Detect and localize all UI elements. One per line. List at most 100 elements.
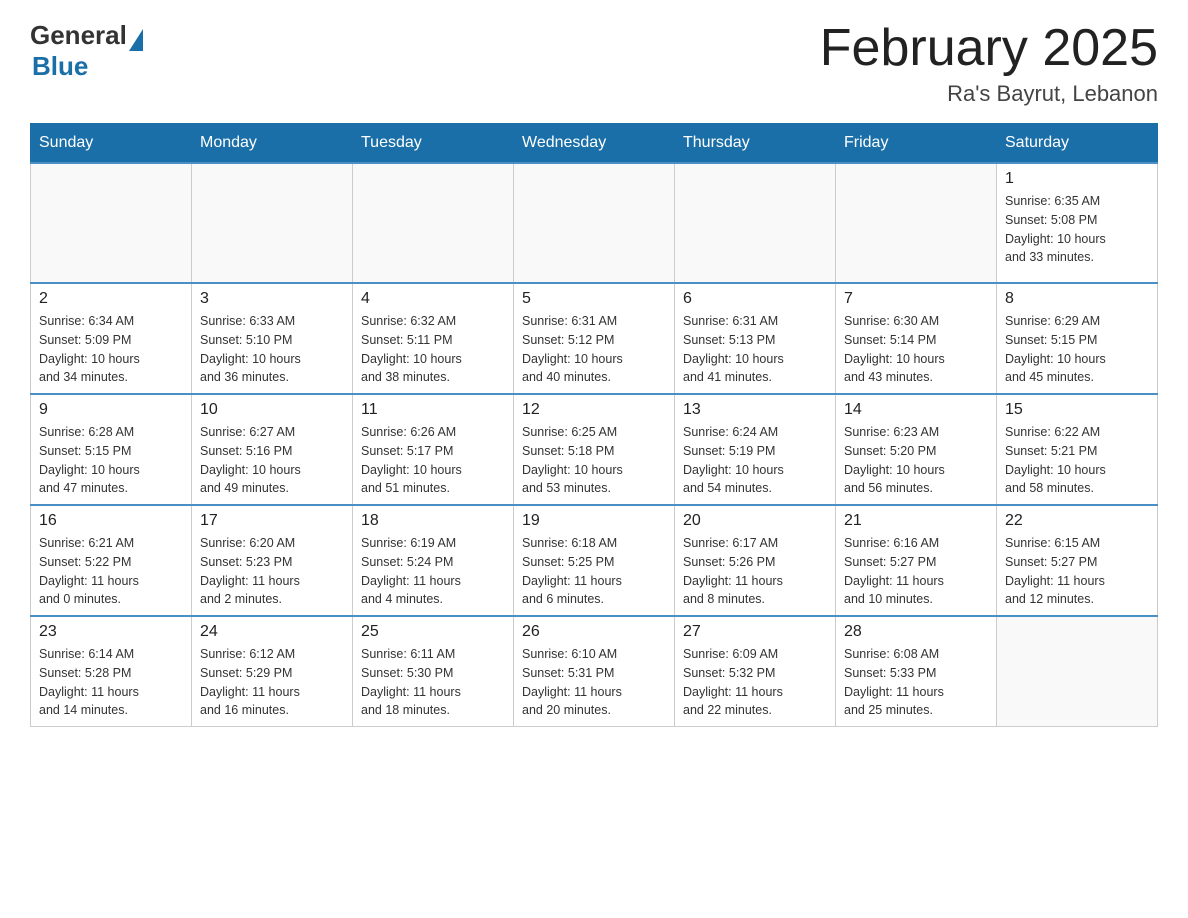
- day-number: 14: [844, 401, 988, 419]
- day-info: Sunrise: 6:29 AMSunset: 5:15 PMDaylight:…: [1005, 312, 1149, 387]
- calendar-cell: 9 Sunrise: 6:28 AMSunset: 5:15 PMDaylight…: [31, 394, 192, 505]
- calendar-cell: [997, 616, 1158, 727]
- calendar-cell: 5 Sunrise: 6:31 AMSunset: 5:12 PMDaylight…: [514, 283, 675, 394]
- calendar-cell: 7Sunrise: 6:30 AMSunset: 5:14 PMDaylight…: [836, 283, 997, 394]
- day-number: 10: [200, 401, 344, 419]
- day-number: 6: [683, 290, 827, 308]
- week-row-3: 9 Sunrise: 6:28 AMSunset: 5:15 PMDaylight…: [31, 394, 1158, 505]
- day-info: Sunrise: 6:22 AMSunset: 5:21 PMDaylight:…: [1005, 423, 1149, 498]
- day-info: Sunrise: 6:18 AMSunset: 5:25 PMDaylight:…: [522, 534, 666, 609]
- day-number: 11: [361, 401, 505, 419]
- calendar-cell: 17 Sunrise: 6:20 AMSunset: 5:23 PMDayligh…: [192, 505, 353, 616]
- col-tuesday: Tuesday: [353, 124, 514, 164]
- day-number: 1: [1005, 170, 1149, 188]
- calendar-cell: 23 Sunrise: 6:14 AMSunset: 5:28 PMDayligh…: [31, 616, 192, 727]
- day-number: 21: [844, 512, 988, 530]
- day-info: Sunrise: 6:14 AMSunset: 5:28 PMDaylight:…: [39, 645, 183, 720]
- day-info: Sunrise: 6:35 AMSunset: 5:08 PMDaylight:…: [1005, 192, 1149, 267]
- page-header: General Blue February 2025 Ra's Bayrut, …: [30, 20, 1158, 107]
- calendar-cell: 11 Sunrise: 6:26 AMSunset: 5:17 PMDayligh…: [353, 394, 514, 505]
- day-number: 22: [1005, 512, 1149, 530]
- calendar-cell: 19 Sunrise: 6:18 AMSunset: 5:25 PMDayligh…: [514, 505, 675, 616]
- day-number: 15: [1005, 401, 1149, 419]
- day-info: Sunrise: 6:11 AMSunset: 5:30 PMDaylight:…: [361, 645, 505, 720]
- calendar-cell: 2 Sunrise: 6:34 AMSunset: 5:09 PMDaylight…: [31, 283, 192, 394]
- day-info: Sunrise: 6:12 AMSunset: 5:29 PMDaylight:…: [200, 645, 344, 720]
- day-number: 20: [683, 512, 827, 530]
- col-wednesday: Wednesday: [514, 124, 675, 164]
- calendar-cell: 27 Sunrise: 6:09 AMSunset: 5:32 PMDayligh…: [675, 616, 836, 727]
- calendar-cell: 12Sunrise: 6:25 AMSunset: 5:18 PMDayligh…: [514, 394, 675, 505]
- week-row-2: 2 Sunrise: 6:34 AMSunset: 5:09 PMDaylight…: [31, 283, 1158, 394]
- calendar-subtitle: Ra's Bayrut, Lebanon: [820, 81, 1158, 107]
- day-info: Sunrise: 6:34 AMSunset: 5:09 PMDaylight:…: [39, 312, 183, 387]
- col-monday: Monday: [192, 124, 353, 164]
- calendar-title: February 2025: [820, 20, 1158, 77]
- day-number: 24: [200, 623, 344, 641]
- title-block: February 2025 Ra's Bayrut, Lebanon: [820, 20, 1158, 107]
- day-number: 19: [522, 512, 666, 530]
- day-info: Sunrise: 6:17 AMSunset: 5:26 PMDaylight:…: [683, 534, 827, 609]
- day-number: 23: [39, 623, 183, 641]
- day-info: Sunrise: 6:33 AMSunset: 5:10 PMDaylight:…: [200, 312, 344, 387]
- calendar-cell: 10 Sunrise: 6:27 AMSunset: 5:16 PMDayligh…: [192, 394, 353, 505]
- calendar-cell: 4 Sunrise: 6:32 AMSunset: 5:11 PMDaylight…: [353, 283, 514, 394]
- logo-triangle-icon: [129, 29, 143, 51]
- logo-general-text: General: [30, 20, 127, 51]
- day-info: Sunrise: 6:30 AMSunset: 5:14 PMDaylight:…: [844, 312, 988, 387]
- logo: General Blue: [30, 20, 143, 82]
- day-info: Sunrise: 6:15 AMSunset: 5:27 PMDaylight:…: [1005, 534, 1149, 609]
- day-number: 5: [522, 290, 666, 308]
- day-info: Sunrise: 6:19 AMSunset: 5:24 PMDaylight:…: [361, 534, 505, 609]
- calendar-header-row: Sunday Monday Tuesday Wednesday Thursday…: [31, 124, 1158, 164]
- col-saturday: Saturday: [997, 124, 1158, 164]
- calendar-cell: 24 Sunrise: 6:12 AMSunset: 5:29 PMDayligh…: [192, 616, 353, 727]
- day-number: 3: [200, 290, 344, 308]
- day-info: Sunrise: 6:28 AMSunset: 5:15 PMDaylight:…: [39, 423, 183, 498]
- day-number: 27: [683, 623, 827, 641]
- calendar-cell: 21 Sunrise: 6:16 AMSunset: 5:27 PMDayligh…: [836, 505, 997, 616]
- calendar-cell: 22 Sunrise: 6:15 AMSunset: 5:27 PMDayligh…: [997, 505, 1158, 616]
- day-info: Sunrise: 6:16 AMSunset: 5:27 PMDaylight:…: [844, 534, 988, 609]
- day-info: Sunrise: 6:10 AMSunset: 5:31 PMDaylight:…: [522, 645, 666, 720]
- day-info: Sunrise: 6:08 AMSunset: 5:33 PMDaylight:…: [844, 645, 988, 720]
- day-number: 13: [683, 401, 827, 419]
- calendar-table: Sunday Monday Tuesday Wednesday Thursday…: [30, 123, 1158, 727]
- col-sunday: Sunday: [31, 124, 192, 164]
- calendar-cell: [192, 163, 353, 283]
- day-number: 9: [39, 401, 183, 419]
- day-info: Sunrise: 6:32 AMSunset: 5:11 PMDaylight:…: [361, 312, 505, 387]
- day-number: 4: [361, 290, 505, 308]
- calendar-cell: [836, 163, 997, 283]
- day-info: Sunrise: 6:23 AMSunset: 5:20 PMDaylight:…: [844, 423, 988, 498]
- day-number: 17: [200, 512, 344, 530]
- week-row-4: 16Sunrise: 6:21 AMSunset: 5:22 PMDayligh…: [31, 505, 1158, 616]
- col-thursday: Thursday: [675, 124, 836, 164]
- week-row-1: 1 Sunrise: 6:35 AMSunset: 5:08 PMDaylight…: [31, 163, 1158, 283]
- day-info: Sunrise: 6:31 AMSunset: 5:13 PMDaylight:…: [683, 312, 827, 387]
- day-number: 18: [361, 512, 505, 530]
- day-info: Sunrise: 6:27 AMSunset: 5:16 PMDaylight:…: [200, 423, 344, 498]
- day-number: 8: [1005, 290, 1149, 308]
- calendar-cell: 13Sunrise: 6:24 AMSunset: 5:19 PMDayligh…: [675, 394, 836, 505]
- logo-blue-text: Blue: [32, 51, 143, 82]
- day-number: 26: [522, 623, 666, 641]
- day-info: Sunrise: 6:20 AMSunset: 5:23 PMDaylight:…: [200, 534, 344, 609]
- calendar-cell: 8 Sunrise: 6:29 AMSunset: 5:15 PMDaylight…: [997, 283, 1158, 394]
- calendar-cell: [514, 163, 675, 283]
- calendar-cell: 25 Sunrise: 6:11 AMSunset: 5:30 PMDayligh…: [353, 616, 514, 727]
- calendar-cell: [675, 163, 836, 283]
- day-number: 2: [39, 290, 183, 308]
- col-friday: Friday: [836, 124, 997, 164]
- calendar-cell: 15 Sunrise: 6:22 AMSunset: 5:21 PMDayligh…: [997, 394, 1158, 505]
- calendar-cell: 16Sunrise: 6:21 AMSunset: 5:22 PMDayligh…: [31, 505, 192, 616]
- day-info: Sunrise: 6:31 AMSunset: 5:12 PMDaylight:…: [522, 312, 666, 387]
- calendar-cell: 26 Sunrise: 6:10 AMSunset: 5:31 PMDayligh…: [514, 616, 675, 727]
- calendar-cell: [31, 163, 192, 283]
- day-number: 12: [522, 401, 666, 419]
- day-number: 25: [361, 623, 505, 641]
- day-info: Sunrise: 6:26 AMSunset: 5:17 PMDaylight:…: [361, 423, 505, 498]
- calendar-cell: 14 Sunrise: 6:23 AMSunset: 5:20 PMDayligh…: [836, 394, 997, 505]
- day-info: Sunrise: 6:09 AMSunset: 5:32 PMDaylight:…: [683, 645, 827, 720]
- day-info: Sunrise: 6:21 AMSunset: 5:22 PMDaylight:…: [39, 534, 183, 609]
